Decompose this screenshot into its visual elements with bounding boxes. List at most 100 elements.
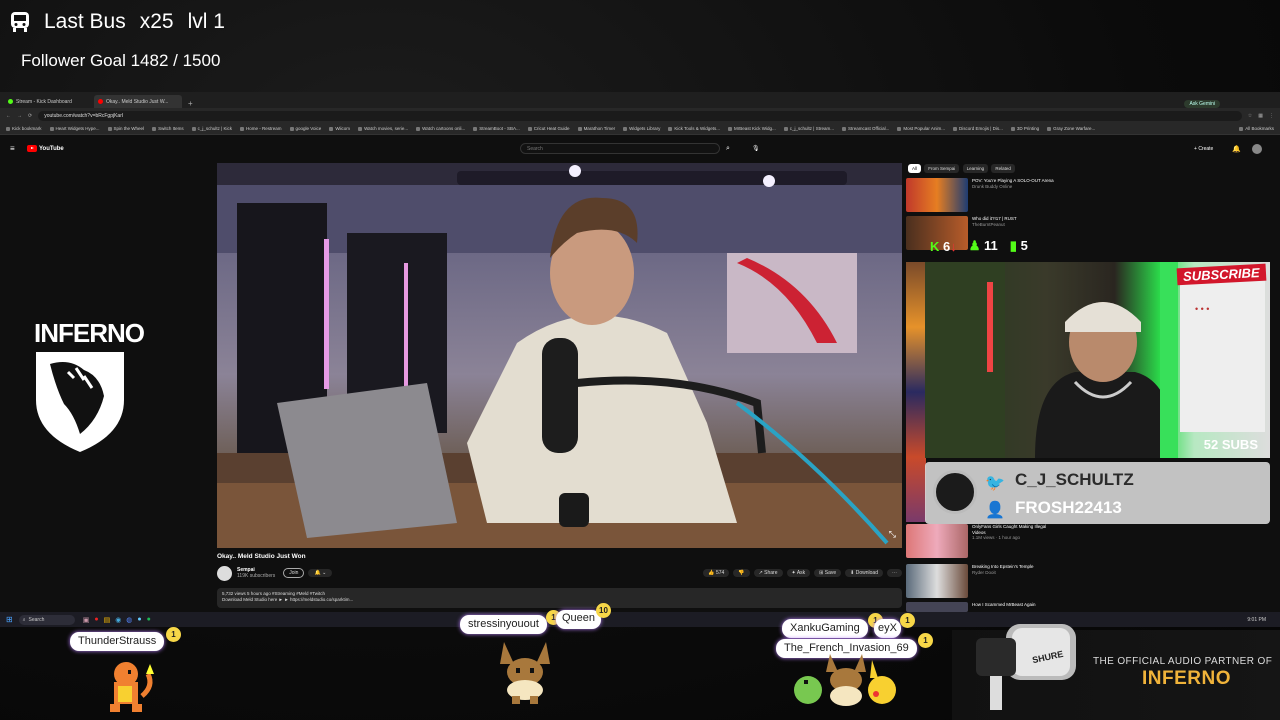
download-button[interactable]: ⬇ Download bbox=[845, 569, 883, 577]
bookmark-item[interactable]: Streamcast Official... bbox=[842, 126, 889, 131]
forward-icon[interactable]: → bbox=[17, 113, 22, 119]
bus-icon bbox=[10, 11, 30, 33]
bookmark-item[interactable]: Home - Restream bbox=[240, 126, 282, 131]
ask-gemini-button[interactable]: Ask Gemini bbox=[1184, 100, 1220, 108]
taskbar-app-icon[interactable]: ◉ bbox=[115, 616, 121, 624]
search-icon: ⌕ bbox=[22, 616, 26, 623]
chip-from-sempai[interactable]: From Sempai bbox=[924, 164, 960, 173]
taskbar-app-icon[interactable]: ● bbox=[94, 616, 98, 624]
share-button[interactable]: ↗ Share bbox=[753, 569, 783, 577]
video-title: Okay.. Meld Studio Just Won bbox=[217, 553, 306, 560]
chip-related[interactable]: Related bbox=[991, 164, 1015, 173]
kick-icon: K bbox=[930, 238, 940, 254]
user-icon: 👤 bbox=[985, 502, 1005, 519]
recommended-video[interactable]: POV: You're Playing A SOLO-OUT Arena Drun… bbox=[906, 178, 1056, 214]
video-player[interactable]: ⤡ bbox=[217, 163, 902, 548]
bookmark-item[interactable]: Heart Widgets Hype... bbox=[50, 126, 100, 131]
bookmark-item[interactable]: Switch Items bbox=[152, 126, 184, 131]
twitter-handle: C_J_SCHULTZ bbox=[1015, 470, 1134, 489]
bars-icon: ▮ bbox=[1009, 238, 1017, 253]
windows-taskbar: ⊞ ⌕ Search ▣ ● ▤ ◉ ◍ ● ● 9:01 PM bbox=[0, 612, 1280, 627]
chip-learning[interactable]: Learning bbox=[962, 164, 989, 173]
tab-youtube-video[interactable]: Okay.. Meld Studio Just W... bbox=[94, 95, 182, 108]
like-button[interactable]: 👍 574 bbox=[703, 569, 730, 577]
bookmark-item[interactable]: Watch cartoons onli... bbox=[416, 126, 465, 131]
video-thumbnail bbox=[906, 602, 968, 612]
taskbar-app-icon[interactable]: ◍ bbox=[126, 616, 132, 624]
bookmark-item[interactable]: 3D Printing bbox=[1011, 126, 1039, 131]
inferno-logo: INFERNO bbox=[34, 318, 145, 452]
taskbar-app-icon[interactable]: ● bbox=[147, 616, 151, 624]
shure-microphone-image bbox=[976, 624, 1076, 710]
bookmark-item[interactable]: MrBeast Kick Widg... bbox=[728, 126, 776, 131]
recommended-video[interactable]: How I Scammed MrBeast Again bbox=[906, 602, 1056, 612]
tab-kick-dashboard[interactable]: Stream - Kick Dashboard bbox=[4, 95, 92, 108]
webcam-feed: • • • SUBSCRIBE 52 SUBS bbox=[925, 262, 1270, 458]
bookmark-item[interactable]: Kick bookmark bbox=[6, 126, 42, 131]
bookmark-item[interactable]: google Voice bbox=[290, 126, 322, 131]
microphone-icon[interactable]: 🎙 bbox=[752, 145, 760, 152]
taskbar-search[interactable]: ⌕ Search bbox=[18, 614, 75, 625]
bookmark-item[interactable]: c_j_schultz | Kick bbox=[192, 126, 232, 131]
video-thumbnail bbox=[906, 564, 968, 598]
hidden-thumbnails-strip bbox=[906, 262, 926, 522]
sponsor-banner: SHURE THE OFFICIAL AUDIO PARTNER OF INFE… bbox=[952, 624, 1280, 720]
kick-icon bbox=[8, 99, 13, 104]
dislike-button[interactable]: 👎 bbox=[733, 569, 750, 577]
bookmark-item[interactable]: Discord Emojis | Dis... bbox=[953, 126, 1003, 131]
bookmark-item[interactable]: StreamBoot - SBA... bbox=[473, 126, 520, 131]
follower-stat: ♟ 11 bbox=[968, 238, 998, 253]
bookmark-item[interactable]: c_j_schultz | Stream... bbox=[784, 126, 834, 131]
search-icon[interactable]: ⌕ bbox=[726, 145, 730, 153]
bookmark-item[interactable]: Most Popular Anim... bbox=[897, 126, 945, 131]
recommended-video[interactable]: Breaking Into Epstein's Temple Ryder Dooi… bbox=[906, 564, 1056, 600]
bookmark-star-icon[interactable]: ☆ bbox=[1248, 113, 1252, 119]
search-input[interactable]: Search bbox=[520, 143, 720, 154]
tab-bar: Stream - Kick Dashboard Okay.. Meld Stud… bbox=[0, 92, 1280, 108]
extensions-icon[interactable]: ▦ bbox=[1258, 113, 1263, 119]
reload-icon[interactable]: ⟳ bbox=[28, 113, 32, 119]
recommended-video[interactable]: OnlyFans Girls Caught Making Illegal Vid… bbox=[906, 524, 1056, 560]
video-thumbnail bbox=[906, 524, 968, 558]
ask-button[interactable]: ✦ Ask bbox=[786, 569, 811, 577]
fullscreen-icon[interactable]: ⤡ bbox=[889, 529, 896, 540]
new-tab-button[interactable]: + bbox=[184, 99, 197, 108]
save-button[interactable]: ⊞ Save bbox=[814, 569, 842, 577]
more-actions-icon[interactable]: ⋯ bbox=[887, 569, 902, 577]
hamburger-menu-icon[interactable]: ≡ bbox=[10, 144, 15, 153]
join-button[interactable]: Join bbox=[283, 568, 305, 578]
back-icon[interactable]: ← bbox=[6, 113, 11, 119]
menu-dots-icon[interactable]: ⋮ bbox=[1269, 113, 1274, 119]
taskbar-app-icon[interactable]: ▣ bbox=[83, 616, 90, 624]
bookmark-item[interactable]: Kick Tools & Widgets... bbox=[668, 126, 720, 131]
person-icon: ♟ bbox=[968, 238, 981, 253]
bookmark-item[interactable]: Wiicom bbox=[329, 126, 350, 131]
chip-all[interactable]: All bbox=[908, 164, 922, 173]
bookmark-item[interactable]: Gray Zone Warfare... bbox=[1047, 126, 1095, 131]
stream-overlay: Last Bus x25 lvl 1 Follower Goal 1482 / … bbox=[0, 0, 1280, 720]
follower-goal: Follower Goal 1482 / 1500 bbox=[21, 51, 221, 70]
windows-start-icon[interactable]: ⊞ bbox=[6, 615, 13, 624]
sub-count: 52 SUBS bbox=[1203, 437, 1258, 452]
bookmark-item[interactable]: Spin the Wheel bbox=[108, 126, 145, 131]
bookmark-item[interactable]: Widgets Library bbox=[623, 126, 660, 131]
inferno-logo-text: INFERNO bbox=[34, 318, 145, 348]
svg-text:• • •: • • • bbox=[1195, 304, 1209, 314]
url-field[interactable]: youtube.com/watch?v=bRcFgpjKarI bbox=[38, 110, 1242, 121]
youtube-logo[interactable]: YouTube bbox=[27, 145, 64, 152]
chip-row: All From Sempai Learning Related bbox=[908, 164, 1017, 173]
notifications-icon[interactable]: 🔔 bbox=[1232, 145, 1241, 153]
taskbar-app-icon[interactable]: ● bbox=[137, 616, 141, 624]
bookmark-item[interactable]: Watch movies, serie... bbox=[358, 126, 408, 131]
video-description[interactable]: 5,732 views 5 hours ago #Streaming #Meld… bbox=[217, 588, 902, 608]
taskbar-clock[interactable]: 9:01 PM bbox=[1247, 617, 1266, 623]
avatar[interactable] bbox=[1252, 143, 1262, 154]
subscribed-bell-button[interactable]: 🔔 ⌄ bbox=[308, 569, 333, 577]
bookmark-item[interactable]: Marathon Timer bbox=[578, 126, 616, 131]
bookmark-item[interactable]: Cricut Heat Guide bbox=[528, 126, 570, 131]
tiktok-handle: FROSH22413 bbox=[1015, 498, 1122, 517]
channel-avatar[interactable] bbox=[217, 565, 232, 581]
taskbar-app-icon[interactable]: ▤ bbox=[104, 616, 111, 624]
all-bookmarks[interactable]: All Bookmarks bbox=[1239, 126, 1274, 131]
create-button[interactable]: + Create bbox=[1194, 146, 1213, 152]
